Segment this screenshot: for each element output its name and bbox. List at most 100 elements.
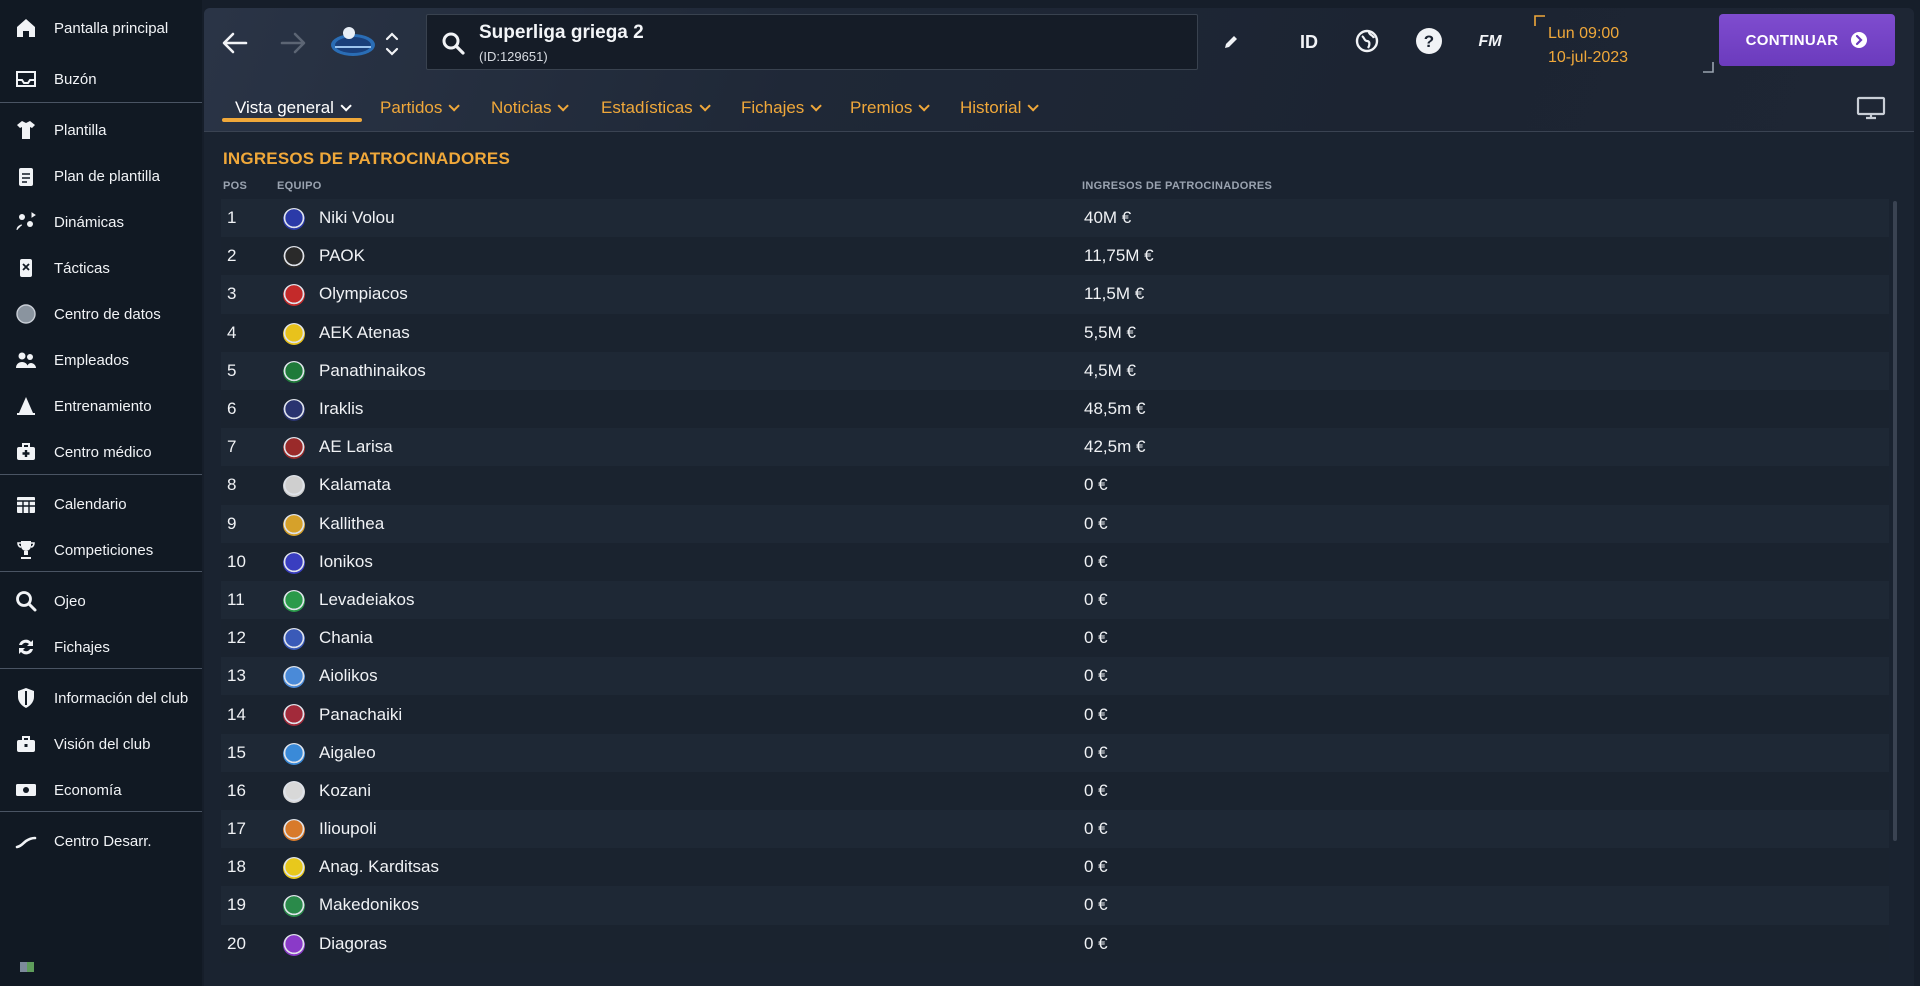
column-header-pos[interactable]: POS — [223, 180, 247, 192]
table-row[interactable]: 15 Aigaleo 0 € — [221, 733, 1889, 772]
help-button[interactable]: ? — [1412, 24, 1446, 58]
table-row[interactable]: 7 AE Larisa 42,5m € — [221, 428, 1889, 467]
sidebar-item-vision-del-club[interactable]: Visión del club — [0, 724, 202, 764]
column-header-team[interactable]: EQUIPO — [277, 180, 322, 192]
forward-button[interactable] — [276, 26, 310, 60]
sidebar-item-plantilla[interactable]: Plantilla — [0, 110, 202, 150]
table-row[interactable]: 12 Chania 0 € — [221, 619, 1889, 658]
sidebar-item-tacticas[interactable]: Tácticas — [0, 248, 202, 288]
team-name-link[interactable]: Diagoras — [319, 934, 387, 954]
team-name-link[interactable]: PAOK — [319, 246, 365, 266]
search-input[interactable]: Superliga griega 2 (ID:129651) — [426, 14, 1198, 70]
table-row[interactable]: 3 Olympiacos 11,5M € — [221, 275, 1889, 314]
team-name-link[interactable]: Panathinaikos — [319, 361, 426, 381]
team-name-link[interactable]: Ionikos — [319, 552, 373, 572]
club-crest-icon — [283, 704, 305, 727]
continue-button[interactable]: CONTINUAR — [1719, 14, 1895, 66]
sidebar-item-ojeo[interactable]: Ojeo — [0, 581, 202, 621]
tab-estadisticas[interactable]: Estadísticas — [601, 90, 711, 126]
shield-icon — [13, 687, 39, 709]
table-row[interactable]: 18 Anag. Karditsas 0 € — [221, 848, 1889, 887]
team-name-link[interactable]: AEK Atenas — [319, 323, 410, 343]
table-row[interactable]: 11 Levadeiakos 0 € — [221, 580, 1889, 620]
sidebar-item-label: Competiciones — [54, 541, 154, 559]
sidebar-item-empleados[interactable]: Empleados — [0, 340, 202, 380]
table-row[interactable]: 10 Ionikos 0 € — [221, 542, 1889, 581]
sidebar-item-competiciones[interactable]: Competiciones — [0, 530, 202, 570]
tab-fichajes[interactable]: Fichajes — [741, 90, 823, 126]
sidebar-item-fichajes[interactable]: Fichajes — [0, 627, 202, 667]
chevron-down-icon — [810, 100, 823, 112]
tab-premios[interactable]: Premios — [850, 90, 931, 126]
sidebar-item-label: Visión del club — [54, 735, 151, 753]
team-name-link[interactable]: AE Larisa — [319, 437, 393, 457]
table-row[interactable]: 1 Niki Volou 40M € — [221, 199, 1889, 238]
team-name-link[interactable]: Iraklis — [319, 399, 363, 419]
team-name-link[interactable]: Panachaiki — [319, 705, 402, 725]
world-button[interactable] — [1350, 24, 1384, 58]
team-name-link[interactable]: Aiolikos — [319, 666, 378, 686]
sidebar-item-calendario[interactable]: Calendario — [0, 484, 202, 524]
team-name-link[interactable]: Olympiacos — [319, 284, 408, 304]
table-row[interactable]: 19 Makedonikos 0 € — [221, 886, 1889, 925]
display-mode-button[interactable] — [1854, 94, 1888, 122]
sidebar-divider — [0, 102, 202, 103]
club-crest-icon — [283, 284, 305, 307]
sidebar-item-entrenamiento[interactable]: Entrenamiento — [0, 386, 202, 426]
game-date[interactable]: Lun 09:00 10-jul-2023 — [1534, 15, 1720, 73]
sidebar-item-economia[interactable]: Economía — [0, 770, 202, 810]
club-crest-icon — [283, 322, 305, 345]
table-row[interactable]: 2 PAOK 11,75M € — [221, 237, 1889, 276]
table-row[interactable]: 9 Kallithea 0 € — [221, 504, 1889, 543]
column-header-income[interactable]: INGRESOS DE PATROCINADORES — [1082, 180, 1272, 192]
table-row[interactable]: 20 Diagoras 0 € — [221, 924, 1889, 963]
tab-partidos[interactable]: Partidos — [380, 90, 461, 126]
sidebar-item-buzon[interactable]: Buzón — [0, 59, 202, 99]
table-row[interactable]: 17 Ilioupoli 0 € — [221, 810, 1889, 849]
sidebar-item-dinamicas[interactable]: Dinámicas — [0, 202, 202, 242]
team-name-link[interactable]: Ilioupoli — [319, 819, 377, 839]
scrollbar[interactable] — [1893, 201, 1897, 841]
team-name-link[interactable]: Aigaleo — [319, 743, 376, 763]
tab-historial[interactable]: Historial — [960, 90, 1040, 126]
sidebar-item-label: Tácticas — [54, 259, 110, 277]
table-row[interactable]: 14 Panachaiki 0 € — [221, 695, 1889, 734]
table-row[interactable]: 16 Kozani 0 € — [221, 771, 1889, 810]
sidebar-divider — [0, 571, 202, 572]
team-name-link[interactable]: Kalamata — [319, 475, 391, 495]
team-name-link[interactable]: Kozani — [319, 781, 371, 801]
sidebar-item-plan-de-plantilla[interactable]: Plan de plantilla — [0, 156, 202, 196]
team-name-link[interactable]: Chania — [319, 628, 373, 648]
back-button[interactable] — [218, 26, 252, 60]
sidebar-item-centro-medico[interactable]: Centro médico — [0, 432, 202, 472]
fm-button[interactable]: FM — [1472, 26, 1508, 58]
row-position: 13 — [227, 666, 246, 686]
table-row[interactable]: 13 Aiolikos 0 € — [221, 657, 1889, 696]
team-name-link[interactable]: Levadeiakos — [319, 590, 414, 610]
chevron-down-icon — [448, 100, 461, 112]
table-row[interactable]: 8 Kalamata 0 € — [221, 466, 1889, 505]
team-name-link[interactable]: Anag. Karditsas — [319, 857, 439, 877]
growth-icon — [13, 830, 39, 852]
table-row[interactable]: 4 AEK Atenas 5,5M € — [221, 313, 1889, 352]
team-name-link[interactable]: Kallithea — [319, 514, 384, 534]
edit-button[interactable] — [1217, 28, 1245, 56]
table-row[interactable]: 5 Panathinaikos 4,5M € — [221, 351, 1889, 390]
team-name-link[interactable]: Makedonikos — [319, 895, 419, 915]
tab-noticias[interactable]: Noticias — [491, 90, 570, 126]
table-row[interactable]: 6 Iraklis 48,5m € — [221, 389, 1889, 429]
team-name-link[interactable]: Niki Volou — [319, 208, 395, 228]
sidebar-item-centro-desarr[interactable]: Centro Desarr. — [0, 821, 202, 861]
sidebar-item-centro-de-datos[interactable]: Centro de datos — [0, 294, 202, 334]
league-logo[interactable] — [328, 22, 378, 62]
staff-icon — [13, 349, 39, 371]
section-title: INGRESOS DE PATROCINADORES — [223, 149, 510, 168]
sidebar-item-label: Información del club — [54, 689, 189, 707]
switch-competition-stepper[interactable] — [382, 26, 402, 62]
id-button[interactable]: ID — [1292, 26, 1326, 58]
sidebar-item-label: Buzón — [54, 70, 97, 88]
sidebar-item-pantalla-principal[interactable]: Pantalla principal — [0, 8, 202, 48]
sidebar-item-informacion-del-club[interactable]: Información del club — [0, 678, 202, 718]
briefcase-icon — [13, 733, 39, 755]
sponsor-income-value: 42,5m € — [1084, 437, 1146, 457]
